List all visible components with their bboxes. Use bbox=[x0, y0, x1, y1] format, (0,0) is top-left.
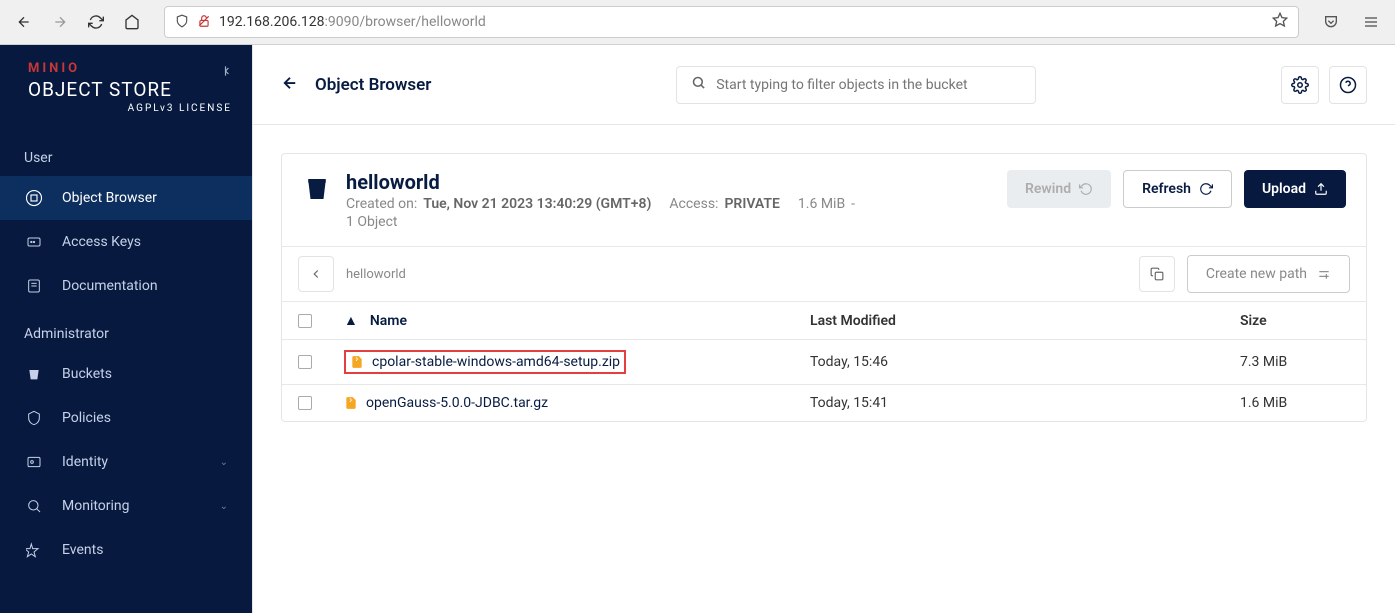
logo: MINIO OBJECT STORE AGPLv3 LICENSE bbox=[0, 53, 252, 132]
search-input[interactable] bbox=[716, 77, 1021, 93]
logo-license: AGPLv3 LICENSE bbox=[28, 103, 232, 114]
lock-slash-icon bbox=[197, 13, 211, 32]
sidebar-item-identity[interactable]: Identity ⌄ bbox=[0, 440, 252, 484]
upload-button[interactable]: Upload bbox=[1244, 170, 1346, 208]
shield-icon bbox=[175, 13, 189, 32]
hamburger-icon[interactable] bbox=[1359, 10, 1383, 34]
help-button[interactable] bbox=[1329, 66, 1367, 104]
page-title: Object Browser bbox=[315, 75, 431, 95]
star-icon[interactable] bbox=[1272, 12, 1288, 32]
sidebar-item-events[interactable]: Events bbox=[0, 528, 252, 572]
sidebar-item-buckets[interactable]: Buckets bbox=[0, 352, 252, 396]
sidebar-item-monitoring[interactable]: Monitoring ⌄ bbox=[0, 484, 252, 528]
sidebar-item-object-browser[interactable]: Object Browser bbox=[0, 176, 252, 220]
sidebar-item-documentation[interactable]: Documentation bbox=[0, 264, 252, 308]
access-keys-icon bbox=[24, 232, 44, 252]
archive-file-icon bbox=[344, 395, 358, 411]
highlighted-file: cpolar-stable-windows-amd64-setup.zip bbox=[344, 350, 626, 374]
object-table: ▲ Name Last Modified Size bbox=[282, 301, 1366, 421]
file-size: 7.3 MiB bbox=[1240, 354, 1350, 370]
bucket-panel: helloworld Created on: Tue, Nov 21 2023 … bbox=[281, 153, 1367, 422]
nav-back-button[interactable] bbox=[12, 10, 36, 34]
bucket-icon bbox=[302, 174, 332, 204]
browser-toolbar: 192.168.206.128:9090/browser/helloworld bbox=[0, 0, 1395, 45]
column-size[interactable]: Size bbox=[1240, 313, 1350, 329]
sidebar-item-label: Access Keys bbox=[62, 234, 141, 250]
column-name[interactable]: ▲ Name bbox=[344, 312, 810, 329]
nav-forward-button[interactable] bbox=[48, 10, 72, 34]
breadcrumb-back-button[interactable] bbox=[298, 256, 334, 292]
file-size: 1.6 MiB bbox=[1240, 395, 1350, 411]
row-checkbox[interactable] bbox=[298, 355, 312, 369]
main-content: Object Browser bbox=[252, 45, 1395, 613]
chevron-down-icon: ⌄ bbox=[220, 457, 228, 468]
section-admin: Administrator bbox=[0, 316, 252, 352]
nav-reload-button[interactable] bbox=[84, 10, 108, 34]
page-header: Object Browser bbox=[253, 45, 1395, 125]
collapse-sidebar-button[interactable] bbox=[222, 63, 236, 82]
sidebar-item-access-keys[interactable]: Access Keys bbox=[0, 220, 252, 264]
buckets-icon bbox=[24, 364, 44, 384]
rewind-button: Rewind bbox=[1007, 170, 1111, 208]
chevron-down-icon: ⌄ bbox=[220, 501, 228, 512]
search-box[interactable] bbox=[676, 66, 1036, 104]
url-text: 192.168.206.128:9090/browser/helloworld bbox=[219, 14, 1264, 30]
column-modified[interactable]: Last Modified bbox=[810, 313, 1240, 329]
file-modified: Today, 15:46 bbox=[810, 354, 1240, 370]
copy-path-button[interactable] bbox=[1139, 256, 1175, 292]
sidebar-item-label: Monitoring bbox=[62, 498, 130, 514]
file-modified: Today, 15:41 bbox=[810, 395, 1240, 411]
back-button[interactable] bbox=[281, 74, 301, 96]
table-header: ▲ Name Last Modified Size bbox=[282, 301, 1366, 339]
sidebar-item-label: Buckets bbox=[62, 366, 112, 382]
file-name: openGauss-5.0.0-JDBC.tar.gz bbox=[366, 395, 548, 411]
row-checkbox[interactable] bbox=[298, 396, 312, 410]
section-user: User bbox=[0, 140, 252, 176]
sort-asc-icon: ▲ bbox=[344, 312, 358, 329]
events-icon bbox=[24, 540, 44, 560]
sidebar-item-label: Policies bbox=[62, 410, 111, 426]
select-all-checkbox[interactable] bbox=[298, 314, 312, 328]
documentation-icon bbox=[24, 276, 44, 296]
logo-objectstore: OBJECT STORE bbox=[28, 78, 232, 101]
sidebar-item-label: Documentation bbox=[62, 278, 158, 294]
bucket-meta: Created on: Tue, Nov 21 2023 13:40:29 (G… bbox=[346, 196, 993, 212]
sidebar: MINIO OBJECT STORE AGPLv3 LICENSE User O… bbox=[0, 45, 252, 613]
sidebar-item-label: Events bbox=[62, 542, 103, 558]
logo-minio: MINIO bbox=[28, 61, 232, 76]
create-new-path-button[interactable]: Create new path bbox=[1187, 255, 1350, 293]
identity-icon bbox=[24, 452, 44, 472]
table-row[interactable]: cpolar-stable-windows-amd64-setup.zip To… bbox=[282, 339, 1366, 384]
breadcrumb-path[interactable]: helloworld bbox=[346, 267, 1127, 282]
pocket-icon[interactable] bbox=[1319, 10, 1343, 34]
object-browser-icon bbox=[24, 188, 44, 208]
nav-home-button[interactable] bbox=[120, 10, 144, 34]
file-name: cpolar-stable-windows-amd64-setup.zip bbox=[372, 354, 620, 370]
bucket-name: helloworld bbox=[346, 170, 993, 194]
breadcrumb-row: helloworld Create new path bbox=[282, 246, 1366, 301]
sidebar-item-label: Object Browser bbox=[62, 190, 157, 206]
policies-icon bbox=[24, 408, 44, 428]
settings-button[interactable] bbox=[1281, 66, 1319, 104]
sidebar-item-label: Identity bbox=[62, 454, 108, 470]
url-bar[interactable]: 192.168.206.128:9090/browser/helloworld bbox=[164, 6, 1299, 38]
sidebar-item-policies[interactable]: Policies bbox=[0, 396, 252, 440]
search-icon bbox=[691, 75, 706, 94]
monitoring-icon bbox=[24, 496, 44, 516]
archive-file-icon bbox=[350, 354, 364, 370]
refresh-button[interactable]: Refresh bbox=[1123, 170, 1232, 208]
table-row[interactable]: openGauss-5.0.0-JDBC.tar.gz Today, 15:41… bbox=[282, 384, 1366, 421]
